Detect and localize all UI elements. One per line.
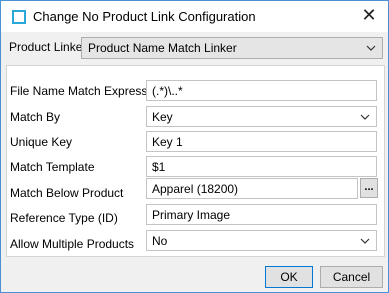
reference-type-input[interactable]: Primary Image [146,204,377,225]
window-title: Change No Product Link Configuration [33,9,256,24]
match-template-label: Match Template [10,160,95,174]
unique-key-label: Unique Key [10,135,73,149]
product-linker-value: Product Name Match Linker [88,41,237,55]
product-linker-label: Product Linker [9,40,87,54]
match-template-input[interactable]: $1 [146,156,377,177]
match-template-value: $1 [152,160,166,174]
chevron-down-icon [366,45,376,51]
match-below-product-value: Apparel (18200) [152,182,239,196]
dialog-window: Change No Product Link Configuration ✕ P… [0,0,389,293]
window-icon [12,10,26,24]
unique-key-value: Key 1 [152,135,183,149]
browse-button[interactable]: ... [360,178,378,198]
match-by-select[interactable]: Key [146,106,377,127]
match-by-label: Match By [10,110,61,124]
unique-key-input[interactable]: Key 1 [146,131,377,152]
allow-multiple-products-value: No [152,234,168,248]
chevron-down-icon [360,238,370,244]
ok-button[interactable]: OK [265,266,313,288]
reference-type-value: Primary Image [152,208,231,222]
file-name-match-expression-value: (.*)\..* [152,84,183,98]
match-below-product-label: Match Below Product [10,186,124,200]
reference-type-label: Reference Type (ID) [10,211,118,225]
match-below-product-input[interactable]: Apparel (18200) [146,178,358,199]
match-by-value: Key [152,110,173,124]
allow-multiple-products-label: Allow Multiple Products [10,237,135,251]
title-bar: Change No Product Link Configuration ✕ [1,1,388,32]
cancel-button[interactable]: Cancel [320,266,383,288]
product-linker-select[interactable]: Product Name Match Linker [81,37,383,59]
chevron-down-icon [360,114,370,120]
file-name-match-expression-label: File Name Match Expression [10,84,164,98]
close-button[interactable]: ✕ [356,4,382,28]
allow-multiple-products-select[interactable]: No [146,230,377,251]
file-name-match-expression-input[interactable]: (.*)\..* [146,80,377,101]
